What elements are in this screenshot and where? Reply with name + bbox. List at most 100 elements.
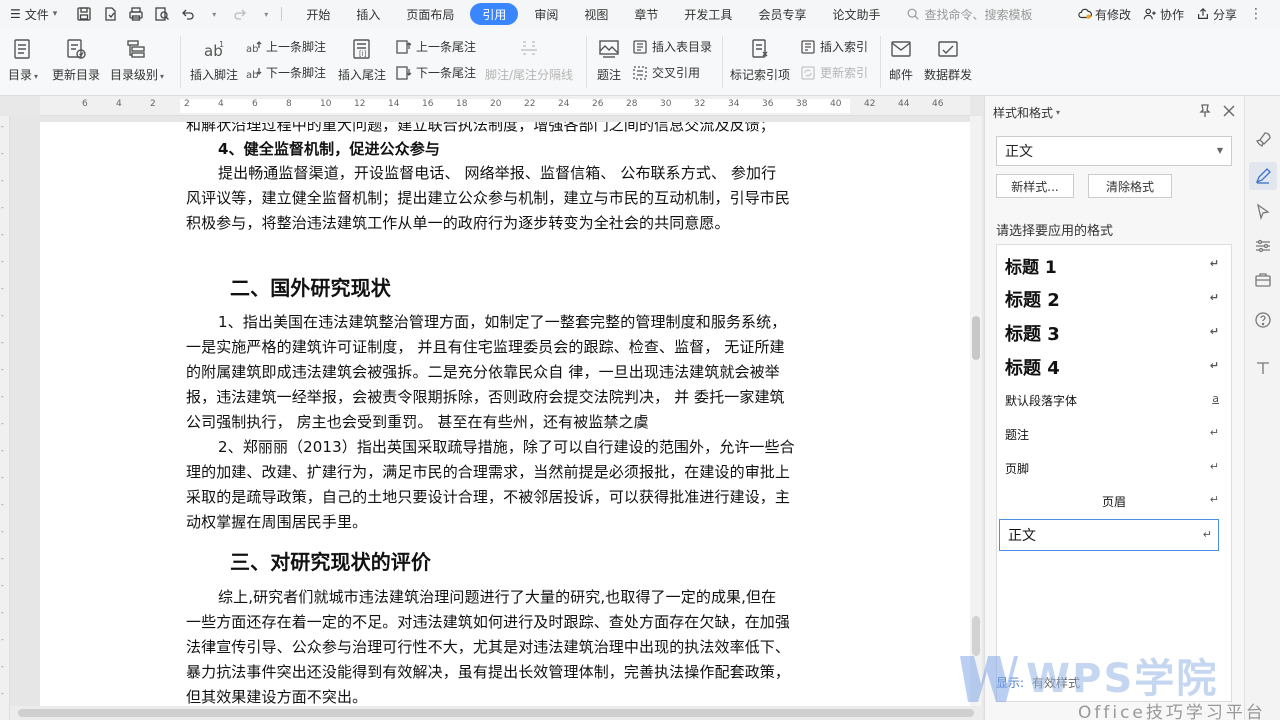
insert-table-of-figures-button[interactable]: 插入表目录: [632, 38, 712, 55]
undo-button[interactable]: [177, 3, 199, 25]
tab-view[interactable]: 视图: [574, 3, 618, 25]
share-button[interactable]: 分享: [1196, 6, 1237, 23]
pin-icon[interactable]: [1197, 103, 1213, 119]
command-search[interactable]: 查找命令、搜索模板: [906, 6, 1032, 23]
ruler-tick: -: [1, 176, 4, 185]
ruler-tick: -: [1, 284, 4, 293]
cloud-sync-icon: [1078, 8, 1092, 19]
more-options-icon[interactable]: ⋮: [1249, 6, 1264, 22]
tab-insert[interactable]: 插入: [346, 3, 390, 25]
style-item-heading-3[interactable]: 标题 3 ↵: [997, 317, 1231, 349]
clear-format-button[interactable]: 清除格式: [1088, 174, 1172, 198]
prev-endnote-button[interactable]: 上一条尾注: [396, 38, 476, 55]
tab-review[interactable]: 审阅: [524, 3, 568, 25]
style-list: 标题 1 ↵ 标题 2 ↵ 标题 3 ↵ 标题 4 ↵ 默认段落字体 a 题注 ↵ 页脚 ↵ …: [996, 244, 1232, 702]
scrollbar-thumb-secondary[interactable]: [972, 616, 980, 656]
toc-level-button[interactable]: 目录级别 ▾: [110, 36, 164, 83]
style-item-body-text[interactable]: 正文 ↵: [999, 519, 1219, 551]
sliders-icon[interactable]: [1253, 236, 1273, 256]
print-button[interactable]: [125, 3, 147, 25]
update-index-button[interactable]: 更新索引: [800, 64, 868, 81]
mail-button[interactable]: 邮件: [888, 36, 914, 83]
cursor-icon[interactable]: [1253, 202, 1273, 222]
briefcase-icon[interactable]: [1253, 270, 1273, 290]
vertical-scrollbar[interactable]: [970, 116, 982, 706]
ruler-number: 8: [286, 99, 292, 109]
close-icon[interactable]: [1221, 103, 1237, 119]
style-item-header[interactable]: 页眉 ↵: [997, 485, 1231, 517]
style-item-label: 标题 1: [1005, 257, 1057, 278]
style-filter[interactable]: 显示: 有效样式: [996, 674, 1080, 691]
tab-section[interactable]: 章节: [624, 3, 668, 25]
next-endnote-button[interactable]: 下一条尾注: [396, 64, 476, 81]
ruler-number: 4: [116, 99, 122, 109]
save-button[interactable]: [73, 3, 95, 25]
next-footnote-button[interactable]: ab 下一条脚注: [246, 64, 326, 81]
scrollbar-thumb[interactable]: [18, 709, 974, 717]
text-icon[interactable]: [1253, 358, 1273, 378]
insert-endnote-button[interactable]: [i] 插入尾注: [338, 36, 386, 83]
update-toc-icon: [63, 36, 89, 62]
export-pdf-button[interactable]: [99, 3, 121, 25]
caption-label: 题注: [596, 68, 621, 82]
style-item-heading-1[interactable]: 标题 1 ↵: [997, 249, 1231, 281]
ruler-tick: -: [1, 446, 4, 455]
tab-developer[interactable]: 开发工具: [674, 3, 742, 25]
caption-button[interactable]: 题注: [596, 36, 622, 83]
update-toc-button[interactable]: 更新目录: [52, 36, 100, 83]
ruler-number: 4: [218, 99, 224, 109]
ruler-number: 30: [660, 99, 672, 109]
new-style-button[interactable]: 新样式...: [996, 174, 1074, 198]
user-plus-icon: [1143, 8, 1156, 20]
undo-dropdown[interactable]: ▾: [203, 3, 225, 25]
tab-thesis-assistant[interactable]: 论文助手: [822, 3, 890, 25]
file-menu[interactable]: ☰ 文件 ▾: [0, 0, 67, 28]
cross-reference-button[interactable]: 交叉引用: [632, 64, 700, 81]
ruler-tick: -: [1, 365, 4, 374]
prev-footnote-button[interactable]: ab 上一条脚注: [246, 38, 326, 55]
ruler-text-area: [180, 99, 850, 113]
style-item-footer[interactable]: 页脚 ↵: [997, 452, 1231, 484]
rocket-icon[interactable]: [1253, 130, 1273, 150]
style-item-label: 正文: [1008, 528, 1036, 544]
help-icon[interactable]: [1253, 310, 1273, 330]
current-style-select[interactable]: 正文 ▼: [996, 136, 1232, 166]
has-changes-button[interactable]: 有修改: [1078, 6, 1131, 23]
tab-member[interactable]: 会员专享: [748, 3, 816, 25]
style-item-label: 页脚: [1005, 461, 1030, 476]
tab-page-layout[interactable]: 页面布局: [396, 3, 464, 25]
collaborate-button[interactable]: 协作: [1143, 6, 1184, 23]
horizontal-scrollbar[interactable]: [10, 706, 982, 720]
styles-and-formatting-panel: 样式和格式 ▾ 正文 ▼ 新样式... 清除格式 请选择要应用的格式 标题 1 ↵…: [984, 96, 1244, 720]
print-preview-button[interactable]: [151, 3, 173, 25]
mark-index-entry-button[interactable]: 标记索引项: [730, 36, 790, 83]
style-item-heading-4[interactable]: 标题 4 ↵: [997, 351, 1231, 383]
footnote-separator-button[interactable]: 脚注/尾注分隔线: [485, 36, 573, 83]
insert-index-button[interactable]: 插入索引: [800, 38, 868, 55]
insert-footnote-button[interactable]: ab 1 插入脚注: [190, 36, 238, 83]
style-item-label: 标题 3: [1005, 324, 1060, 345]
horizontal-ruler[interactable]: 6 4 2 2 4 6 8 10 12 14 16 18 20 22 24 26 28 30 32 34 36 38 40 4…: [40, 96, 970, 116]
document-page[interactable]: 和解状沿理过程中的重大问题，建立联合执法制度，增强各部门之间的信息交流及反馈； …: [40, 122, 970, 720]
tab-references[interactable]: 引用: [470, 3, 519, 25]
paragraph-line: 的附属建筑即成违法建筑会被强拆。二是充分依靠民众自 律，一旦出现违法建筑就会被举: [186, 363, 780, 381]
chevron-down-icon: ▾: [52, 9, 58, 19]
redo-button[interactable]: [229, 3, 251, 25]
style-item-caption[interactable]: 题注 ↵: [997, 418, 1231, 450]
section-heading-4: 4、健全监督机制，促进公众参与: [218, 140, 440, 158]
pen-icon[interactable]: [1249, 162, 1277, 190]
prev-footnote-icon: ab: [246, 40, 262, 55]
paragraph-line: 提出畅通监督渠道，开设监督电话、 网络举报、监督信箱、 公布联系方式、 参加行: [218, 164, 777, 182]
toc-button[interactable]: 目录 ▾: [8, 36, 38, 83]
style-item-heading-2[interactable]: 标题 2 ↵: [997, 283, 1231, 315]
ruler-tick: -: [1, 635, 4, 644]
data-mailing-button[interactable]: 数据群发: [924, 36, 972, 83]
tab-home[interactable]: 开始: [296, 3, 340, 25]
footnote-icon: ab 1: [201, 36, 227, 62]
style-item-default-paragraph-font[interactable]: 默认段落字体 a: [997, 384, 1231, 416]
ruler-tick: -: [1, 392, 4, 401]
panel-title[interactable]: 样式和格式 ▾: [993, 104, 1060, 121]
scrollbar-thumb[interactable]: [972, 316, 980, 360]
ruler-tick: -: [1, 527, 4, 536]
customize-toolbar-button[interactable]: ▾: [255, 3, 277, 25]
